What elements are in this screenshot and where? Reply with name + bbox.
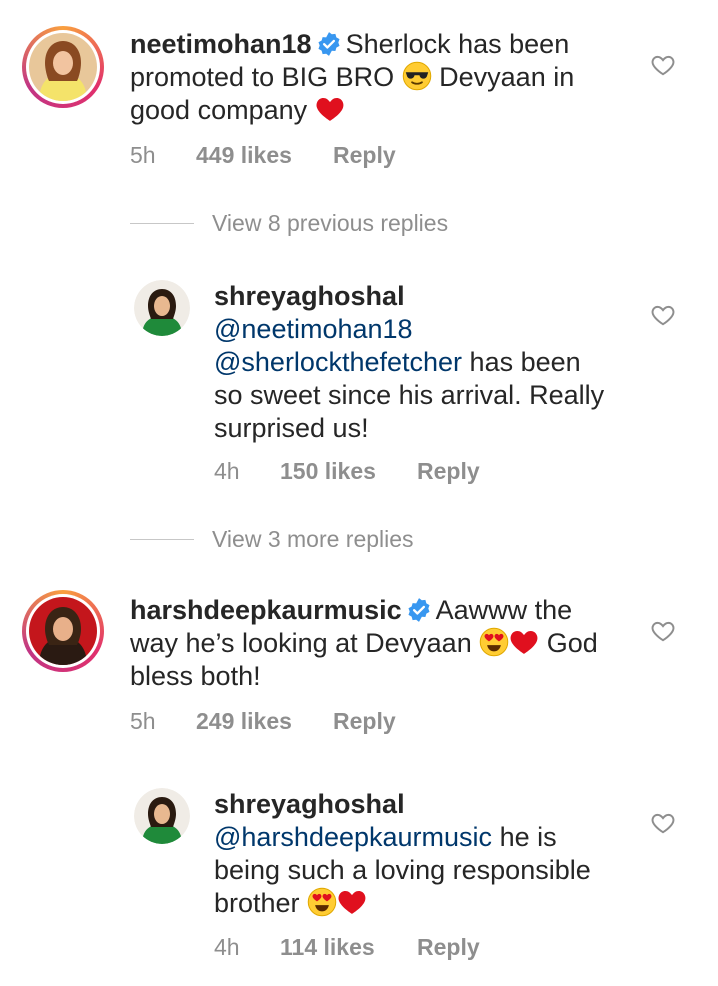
avatar-shreyaghoshal[interactable] [134, 788, 190, 844]
view-previous-label[interactable]: View 8 previous replies [212, 210, 448, 237]
red-heart-emoji [315, 94, 345, 124]
reply-button[interactable]: Reply [417, 458, 480, 485]
comment-time: 4h [214, 934, 240, 960]
comment-username[interactable]: shreyaghoshal [214, 789, 405, 819]
profile-photo [134, 788, 190, 844]
reply-button[interactable]: Reply [333, 142, 396, 169]
sunglasses-emoji [402, 61, 432, 91]
comment-username[interactable]: neetimohan18 [130, 29, 312, 59]
red-heart-emoji [337, 887, 367, 917]
verified-badge-icon [316, 31, 342, 57]
comment-body: being such a loving responsible [214, 855, 591, 885]
comment-likes[interactable]: 150 likes [280, 458, 417, 485]
comment-time: 5h [130, 708, 156, 734]
comment-time: 4h [214, 458, 240, 484]
comment-time: 5h [130, 142, 156, 168]
view-more-replies[interactable]: View 3 more replies [130, 526, 414, 553]
profile-photo [29, 33, 97, 101]
comment-body: promoted to BIG BRO [130, 62, 395, 92]
reply-button[interactable]: Reply [333, 708, 396, 735]
comment-meta: 5h 249 likes Reply [130, 708, 396, 735]
verified-badge-icon [406, 597, 432, 623]
profile-photo [29, 597, 97, 665]
comment-likes[interactable]: 449 likes [196, 142, 333, 169]
comment-likes[interactable]: 249 likes [196, 708, 333, 735]
heart-eyes-emoji [307, 887, 337, 917]
comment-meta: 4h 150 likes Reply [214, 458, 480, 485]
comment-meta: 5h 449 likes Reply [130, 142, 396, 169]
comment-body: good company [130, 95, 308, 125]
comment-body: Devyaan in [439, 62, 575, 92]
comment-text: harshdeepkaurmusic Aawww the way he’s loo… [130, 594, 620, 693]
heart-eyes-emoji [479, 627, 509, 657]
mention-link[interactable]: @neetimohan18 [214, 314, 413, 344]
reply-text: shreyaghoshal @neetimohan18 @sherlockthe… [214, 280, 634, 445]
like-heart-icon[interactable] [650, 618, 676, 644]
avatar-harshdeepkaurmusic[interactable] [22, 590, 104, 672]
profile-photo [134, 280, 190, 336]
mention-link[interactable]: @harshdeepkaurmusic [214, 822, 492, 852]
avatar-shreyaghoshal[interactable] [134, 280, 190, 336]
mention-link[interactable]: @sherlockthefetcher [214, 347, 462, 377]
divider-line [130, 539, 194, 540]
comment-body: Aawww the [435, 595, 573, 625]
red-heart-emoji [509, 627, 539, 657]
comment-body: he is [499, 822, 557, 852]
view-more-label[interactable]: View 3 more replies [212, 526, 414, 553]
comment-text: neetimohan18 Sherlock has been promoted t… [130, 28, 600, 127]
comment-body: Sherlock has been [345, 29, 570, 59]
avatar-neetimohan18[interactable] [22, 26, 104, 108]
comment-likes[interactable]: 114 likes [280, 934, 417, 961]
comment-body: surprised us! [214, 413, 369, 443]
like-heart-icon[interactable] [650, 52, 676, 78]
comment-meta: 4h 114 likes Reply [214, 934, 480, 961]
comment-username[interactable]: shreyaghoshal [214, 281, 405, 311]
reply-text: shreyaghoshal @harshdeepkaurmusic he is … [214, 788, 634, 920]
comment-body: so sweet since his arrival. Really [214, 380, 605, 410]
comment-body: brother [214, 888, 300, 918]
comment-body: God [546, 628, 598, 658]
comment-body: bless both! [130, 661, 261, 691]
like-heart-icon[interactable] [650, 302, 676, 328]
reply-button[interactable]: Reply [417, 934, 480, 961]
like-heart-icon[interactable] [650, 810, 676, 836]
divider-line [130, 223, 194, 224]
view-previous-replies[interactable]: View 8 previous replies [130, 210, 448, 237]
comment-username[interactable]: harshdeepkaurmusic [130, 595, 402, 625]
comment-body: way he’s looking at Devyaan [130, 628, 472, 658]
comment-body: has been [469, 347, 581, 377]
